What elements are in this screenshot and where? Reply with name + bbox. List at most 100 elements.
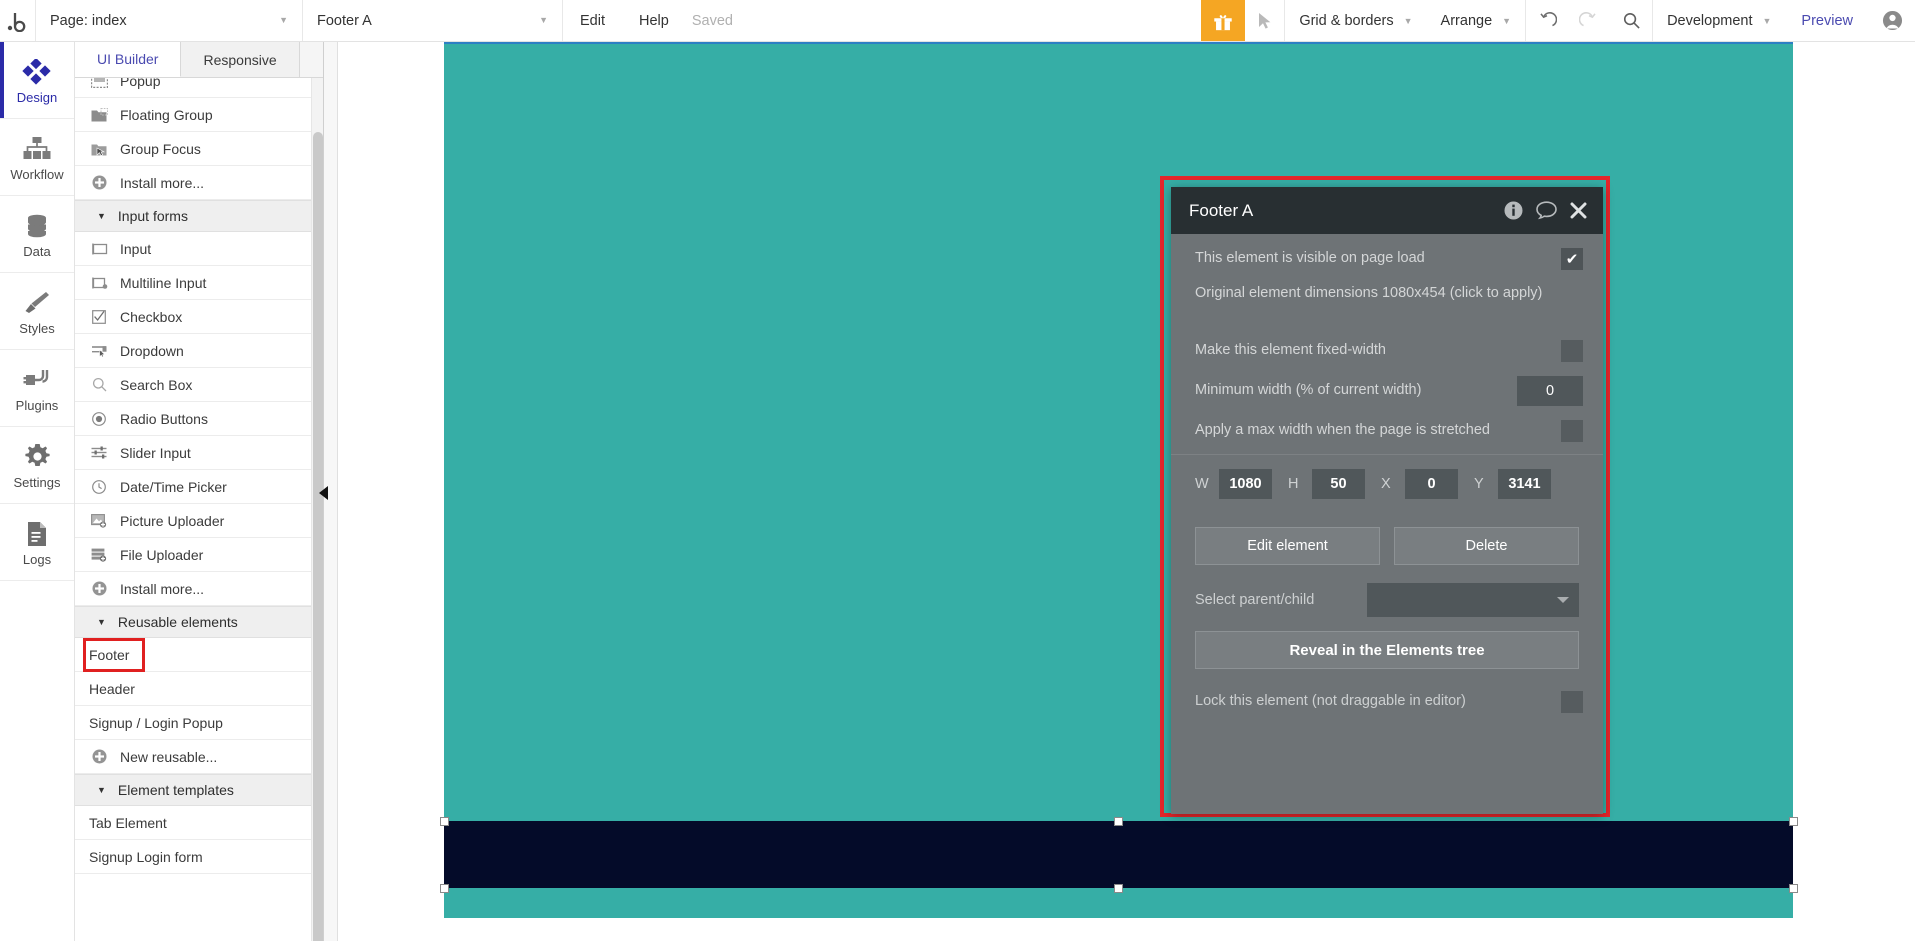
palette-item-dropdown[interactable]: Dropdown <box>75 334 311 368</box>
menu-help[interactable]: Help <box>622 0 686 41</box>
grid-borders-menu[interactable]: Grid & borders ▼ <box>1285 13 1426 29</box>
palette-item-label: Tab Element <box>89 814 167 831</box>
version-selector[interactable]: Development ▼ <box>1653 0 1785 41</box>
palette-item-floating-group[interactable]: Floating Group <box>75 98 311 132</box>
palette-item-tab-element[interactable]: Tab Element <box>75 806 311 840</box>
floating-group-icon <box>89 107 109 122</box>
multiline-input-icon <box>89 277 109 289</box>
palette-section-reusable-elements[interactable]: ▼ Reusable elements <box>75 606 311 638</box>
palette-item-label: Signup / Login Popup <box>89 714 223 731</box>
cursor-arrow-icon[interactable] <box>1245 0 1286 41</box>
minimum-width-input[interactable]: 0 <box>1517 376 1583 406</box>
palette-item-group-focus[interactable]: Group Focus <box>75 132 311 166</box>
palette-item-footer[interactable]: Footer <box>75 638 311 672</box>
palette-item-install-more-2[interactable]: Install more... <box>75 572 311 606</box>
panel-collapse-handle[interactable] <box>316 480 330 506</box>
palette-item-signup-login-form[interactable]: Signup Login form <box>75 840 311 874</box>
selection-handle-bottom-right[interactable] <box>1789 884 1798 893</box>
palette-item-label: Footer <box>89 647 130 663</box>
palette-scrollbar-thumb[interactable] <box>313 132 323 941</box>
max-width-stretched-row[interactable]: Apply a max width when the page is stret… <box>1171 408 1603 448</box>
palette-section-label: Element templates <box>117 782 234 798</box>
menu-edit[interactable]: Edit <box>563 0 622 41</box>
palette-tabs: UI Builder Responsive <box>75 42 323 78</box>
x-input[interactable]: 0 <box>1405 469 1458 499</box>
fixed-width-checkbox[interactable] <box>1561 340 1583 362</box>
palette-item-picture-uploader[interactable]: Picture Uploader <box>75 504 311 538</box>
footer-reusable-element[interactable] <box>444 821 1793 888</box>
palette-section-input-forms[interactable]: ▼ Input forms <box>75 200 311 232</box>
palette-item-search-box[interactable]: Search Box <box>75 368 311 402</box>
palette-item-checkbox[interactable]: Checkbox <box>75 300 311 334</box>
selection-handle-bottom-left[interactable] <box>440 884 449 893</box>
sidebar-item-label: Settings <box>13 474 61 490</box>
palette-item-label: Install more... <box>120 580 205 597</box>
design-canvas[interactable] <box>338 42 1915 941</box>
arrange-menu[interactable]: Arrange ▼ <box>1427 13 1526 29</box>
selection-handle-top-left[interactable] <box>440 817 449 826</box>
palette-item-date-time-picker[interactable]: Date/Time Picker <box>75 470 311 504</box>
property-editor: Footer A This element is visible on page… <box>1171 187 1603 814</box>
triangle-down-icon: ▼ <box>97 211 106 221</box>
visible-on-page-load-checkbox[interactable]: ✔ <box>1561 248 1583 270</box>
select-parent-child-dropdown[interactable] <box>1367 583 1579 617</box>
height-label: H <box>1288 476 1299 492</box>
palette-item-radio-buttons[interactable]: Radio Buttons <box>75 402 311 436</box>
undo-icon[interactable] <box>1526 0 1568 41</box>
palette-item-header[interactable]: Header <box>75 672 311 706</box>
sidebar-item-design[interactable]: Design <box>0 42 74 119</box>
chevron-down-icon: ▼ <box>539 15 548 25</box>
triangle-down-icon: ▼ <box>97 617 106 627</box>
tab-responsive[interactable]: Responsive <box>181 42 300 77</box>
height-input[interactable]: 50 <box>1312 469 1365 499</box>
visible-on-page-load-row[interactable]: This element is visible on page load ✔ <box>1171 234 1603 274</box>
palette-item-new-reusable[interactable]: New reusable... <box>75 740 311 774</box>
selection-handle-top-center[interactable] <box>1114 817 1123 826</box>
sidebar-item-settings[interactable]: Settings <box>0 427 74 504</box>
lock-element-checkbox[interactable] <box>1561 691 1583 713</box>
info-icon[interactable] <box>1504 201 1523 220</box>
sidebar-item-plugins[interactable]: Plugins <box>0 350 74 427</box>
bubble-logo-icon[interactable] <box>0 0 36 41</box>
palette-item-multiline-input[interactable]: Multiline Input <box>75 266 311 300</box>
page-selector[interactable]: Page: index ▼ <box>36 0 303 41</box>
element-selector[interactable]: Footer A ▼ <box>303 0 563 41</box>
original-dimensions-row[interactable]: Original element dimensions 1080x454 (cl… <box>1171 274 1603 328</box>
selection-handle-bottom-center[interactable] <box>1114 884 1123 893</box>
fixed-width-row[interactable]: Make this element fixed-width <box>1171 328 1603 368</box>
palette-item-install-more-1[interactable]: Install more... <box>75 166 311 200</box>
preview-button[interactable]: Preview <box>1785 0 1869 41</box>
selection-handle-top-right[interactable] <box>1789 817 1798 826</box>
lock-element-row[interactable]: Lock this element (not draggable in edit… <box>1171 669 1603 713</box>
palette-item-popup[interactable]: Popup <box>75 78 311 98</box>
tab-ui-builder[interactable]: UI Builder <box>75 42 182 77</box>
redo-icon[interactable] <box>1568 0 1610 41</box>
max-width-stretched-checkbox[interactable] <box>1561 420 1583 442</box>
palette-item-signup-login-popup[interactable]: Signup / Login Popup <box>75 706 311 740</box>
close-icon[interactable] <box>1570 202 1587 219</box>
sidebar-item-logs[interactable]: Logs <box>0 504 74 581</box>
palette-scrollbar[interactable] <box>311 78 323 941</box>
select-parent-child-label: Select parent/child <box>1195 592 1315 608</box>
width-input[interactable]: 1080 <box>1219 469 1272 499</box>
palette-item-file-uploader[interactable]: File Uploader <box>75 538 311 572</box>
reveal-in-elements-tree-button[interactable]: Reveal in the Elements tree <box>1195 631 1579 669</box>
gift-icon[interactable] <box>1201 0 1246 41</box>
max-width-stretched-label: Apply a max width when the page is stret… <box>1195 422 1490 439</box>
minimum-width-row[interactable]: Minimum width (% of current width) 0 <box>1171 368 1603 408</box>
property-editor-header[interactable]: Footer A <box>1171 187 1603 234</box>
palette-item-label: Picture Uploader <box>120 512 225 529</box>
palette-item-input[interactable]: Input <box>75 232 311 266</box>
y-input[interactable]: 3141 <box>1498 469 1551 499</box>
edit-element-button[interactable]: Edit element <box>1195 527 1380 565</box>
search-icon[interactable] <box>1610 0 1652 41</box>
delete-button[interactable]: Delete <box>1394 527 1579 565</box>
sidebar-item-workflow[interactable]: Workflow <box>0 119 74 196</box>
palette-item-slider-input[interactable]: Slider Input <box>75 436 311 470</box>
palette-section-element-templates[interactable]: ▼ Element templates <box>75 774 311 806</box>
sidebar-item-data[interactable]: Data <box>0 196 74 273</box>
user-avatar-icon[interactable] <box>1869 0 1915 41</box>
comment-icon[interactable] <box>1536 201 1557 220</box>
sidebar-item-styles[interactable]: Styles <box>0 273 74 350</box>
sidebar-item-label: Logs <box>22 551 52 567</box>
